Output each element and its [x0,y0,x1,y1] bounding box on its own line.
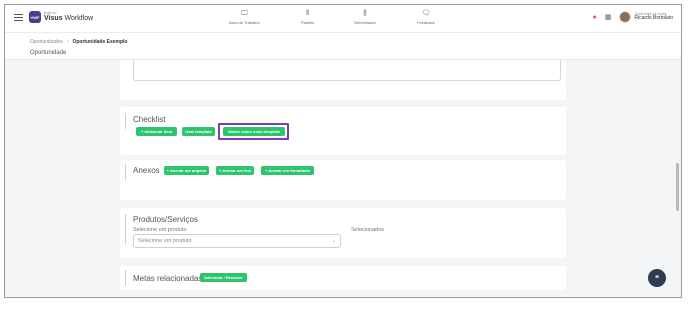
attachments-card: Anexos + Anexar um arquivo + Anexar um l… [120,160,566,200]
nav-manager[interactable]: ⫼ Gerenciador [354,10,376,25]
nav-workspace[interactable]: 🖵 Área de Trabalho [229,10,260,25]
brand-logo-area[interactable]: VWF Activ do Visus Workflow [29,11,93,23]
add-item-button[interactable]: + Adicionar item [136,127,177,136]
bar-chart-icon: ⦀ [306,10,310,17]
nav-label: Gerenciador [354,20,377,25]
nav-label: Área de Trabalho [229,20,260,25]
product-select-label: Selecione um produto [133,227,187,233]
selected-label: Selecionados [351,227,385,233]
nav-panels[interactable]: ⦀ Painéis [301,10,314,25]
attach-link-button[interactable]: + Anexar um link [216,166,254,175]
description-textarea[interactable] [133,60,561,81]
brand-name: Visus Workflow [44,15,94,23]
nav-feedback[interactable]: 🗨 Feedback [417,10,435,25]
avatar[interactable] [619,11,632,23]
products-title: Produtos/Serviços [133,215,198,224]
user-name: Ricardo Bortolato [634,15,673,22]
goals-title: Metas relacionadas [133,274,203,283]
monitor-icon: 🖵 [240,10,248,17]
breadcrumb-current: Oportunidade Exemplo [72,39,128,45]
select-placeholder: Selecione um produto [138,238,192,244]
goals-card: Metas relacionadas Adicionar / Remover [120,266,566,290]
nav-label: Painéis [301,20,315,25]
checklist-title: Checklist [133,115,166,124]
nav-label: Feedback [417,20,435,25]
add-remove-goals-button[interactable]: Adicionar / Remover [200,273,247,282]
app-window: VWF Activ do Visus Workflow 🖵 Área de Tr… [4,4,682,298]
user-account[interactable]: Você está na conta Ricardo Bortolato [634,12,673,22]
chevron-down-icon: ⌄ [331,238,336,244]
scrollbar[interactable] [676,163,679,211]
attach-file-button[interactable]: + Anexar um arquivo [164,166,209,175]
attach-form-button[interactable]: + Anexar um formulário [261,166,314,175]
page-subtitle: Oportunidade [30,50,67,56]
menu-icon[interactable] [14,14,23,22]
manager-icon: ⫼ [363,10,367,17]
user-area: ● ▦ Você está na conta Ricardo Bortolato [593,11,673,23]
description-card [120,60,566,100]
checklist-card: Checklist + Adicionar item Usar template… [120,107,566,155]
chat-bubble-icon: 🗨 [421,10,431,17]
help-chat-icon[interactable]: ❝ [648,269,666,287]
apps-grid-icon[interactable]: ▦ [605,13,612,21]
breadcrumb: Oportunidades › Oportunidade Exemplo [30,39,128,45]
notification-bell-icon[interactable]: ● [593,14,597,21]
save-as-template-button[interactable]: Salvar como novo template [223,127,285,136]
breadcrumb-bar: Oportunidades › Oportunidade Exemplo Oport… [5,33,681,60]
attachments-title: Anexos [133,166,160,175]
top-bar: VWF Activ do Visus Workflow 🖵 Área de Tr… [5,5,681,33]
use-template-button[interactable]: Usar template [182,127,215,136]
product-select[interactable]: Selecione um produto ⌄ [133,234,341,248]
breadcrumb-parent[interactable]: Oportunidades [30,39,63,45]
products-card: Produtos/Serviços Selecione um produto S… [120,208,566,258]
breadcrumb-separator: › [66,39,69,45]
brand-logo-icon: VWF [29,11,41,23]
